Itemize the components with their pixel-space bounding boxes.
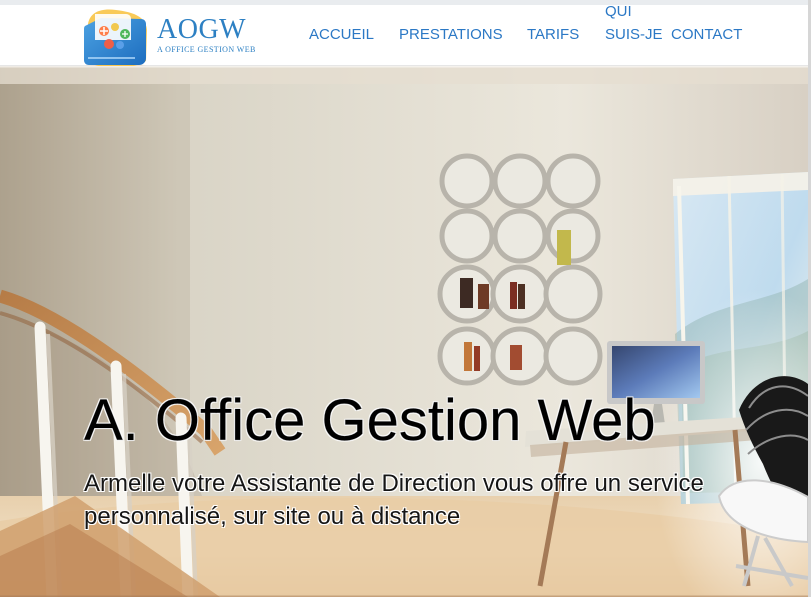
hero-subtitle: Armelle votre Assistante de Direction vo… — [84, 470, 704, 530]
page: AOGW A OFFICE GESTION WEB ACCUEIL PRESTA… — [0, 0, 811, 597]
nav-accueil[interactable]: ACCUEIL — [309, 23, 374, 46]
hero-title: A. Office Gestion Web — [84, 388, 657, 454]
nav-tarifs[interactable]: TARIFS — [527, 23, 579, 46]
brand-logo-link[interactable]: AOGW A OFFICE GESTION WEB — [80, 6, 265, 72]
brand-name: AOGW — [157, 14, 247, 45]
nav-contact[interactable]: CONTACT — [671, 23, 742, 46]
brand-tagline: A OFFICE GESTION WEB — [157, 45, 256, 54]
site-header: AOGW A OFFICE GESTION WEB ACCUEIL PRESTA… — [0, 3, 811, 71]
nav-qui-suis-je[interactable]: QUI SUIS-JE — [605, 0, 665, 46]
nav-prestations[interactable]: PRESTATIONS — [399, 23, 503, 46]
hero-section: A. Office Gestion Web Armelle votre Assi… — [0, 66, 808, 597]
office-folder-logo-icon — [84, 9, 147, 71]
